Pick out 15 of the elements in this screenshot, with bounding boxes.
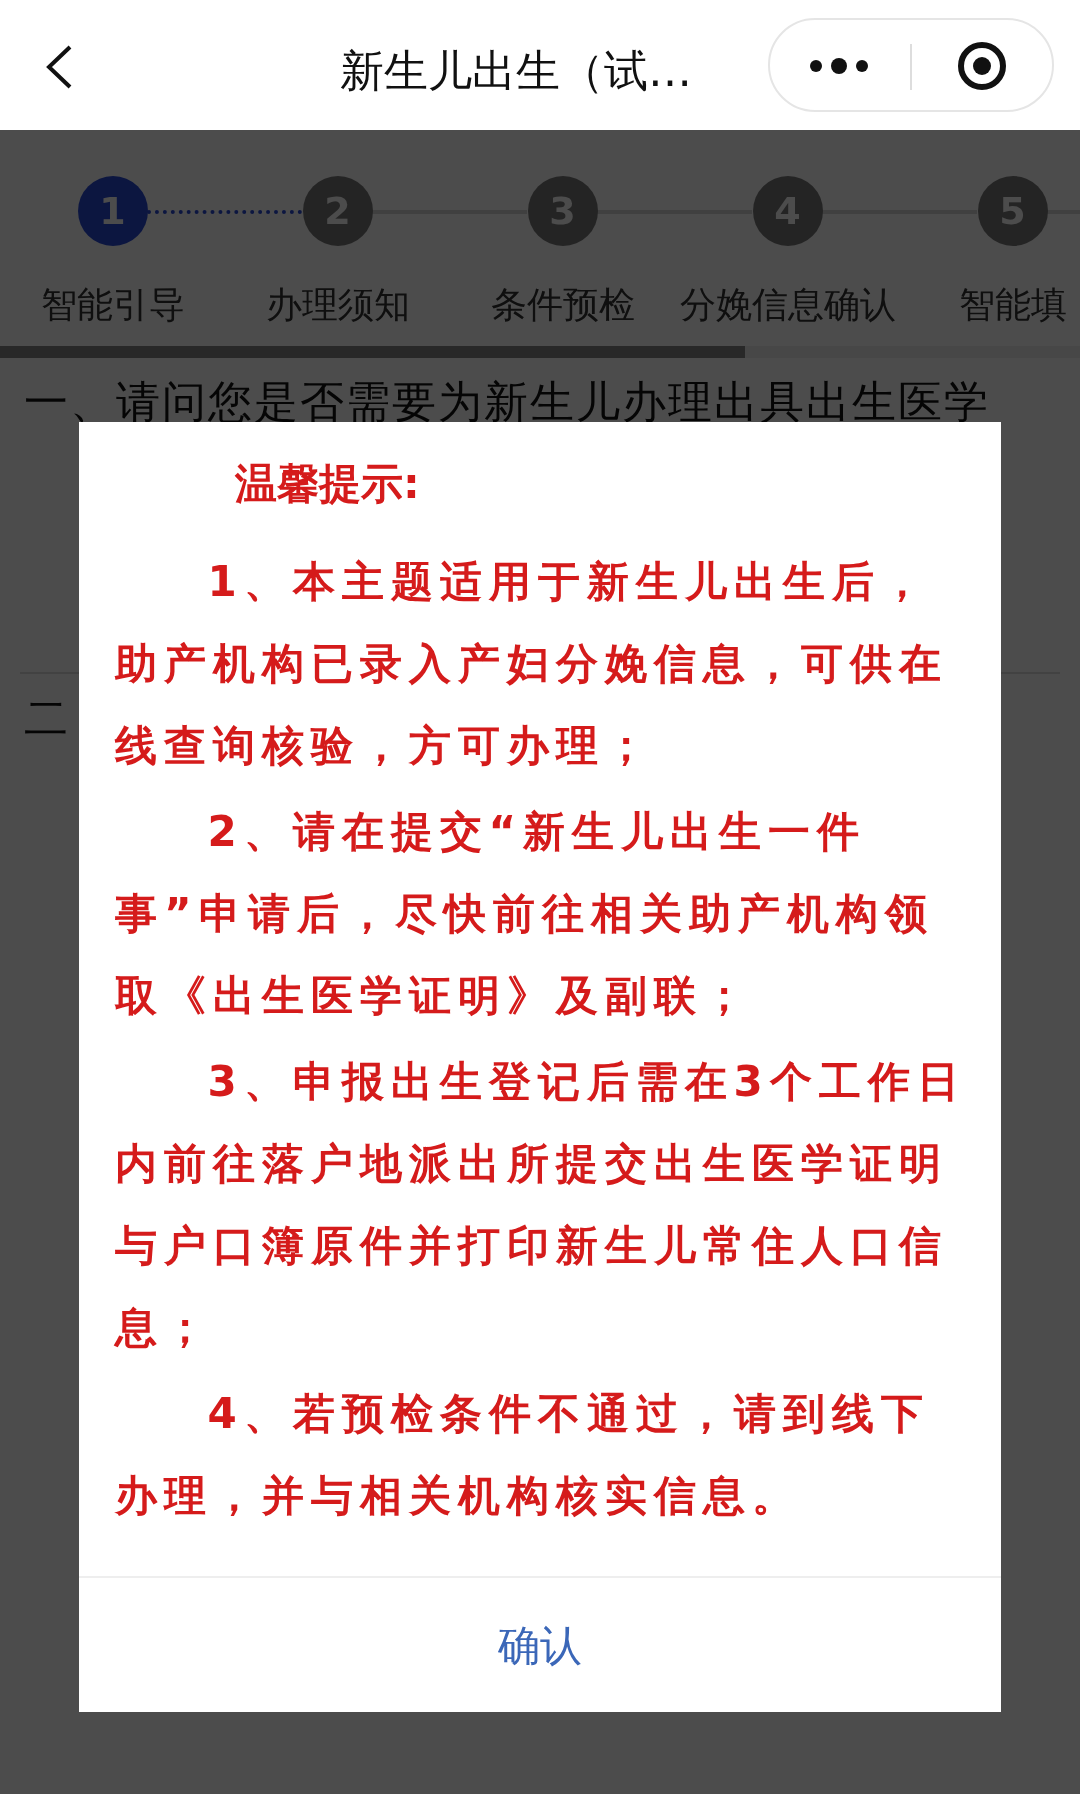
- step-label: 智能填: [958, 283, 1067, 327]
- page-title: 新生儿出生（试…: [340, 44, 692, 98]
- more-icon[interactable]: [808, 56, 870, 76]
- tip-paragraph: 1、本主题适用于新生儿出生后，助产机构已录入产妇分娩信息，可供在线查询核验，方可办理；: [115, 556, 949, 772]
- step-label: 智能引导: [40, 283, 185, 327]
- step-label: 条件预检: [490, 283, 635, 327]
- dialog-title: 温馨提示:: [234, 458, 421, 510]
- back-icon[interactable]: [44, 44, 74, 90]
- step-label: 分娩信息确认: [679, 283, 896, 327]
- step-label: 办理须知: [265, 283, 410, 327]
- question-text: 一、请问您是否需要为新生儿办理出具出生医学: [24, 375, 990, 429]
- tip-paragraph: 3、申报出生登记后需在3个工作日内前往落户地派出所提交出生医学证明与户口簿原件并打印新生儿常住人口信息；: [115, 1056, 967, 1354]
- tip-paragraph: 4、若预检条件不通过，请到线下办理，并与相关机构核实信息。: [115, 1388, 931, 1522]
- question-text: 二: [24, 691, 70, 745]
- tip-paragraph: 2、请在提交“新生儿出生一件事”申请后，尽快前往相关助产机构领取《出生医学证明》及副联；: [115, 806, 935, 1022]
